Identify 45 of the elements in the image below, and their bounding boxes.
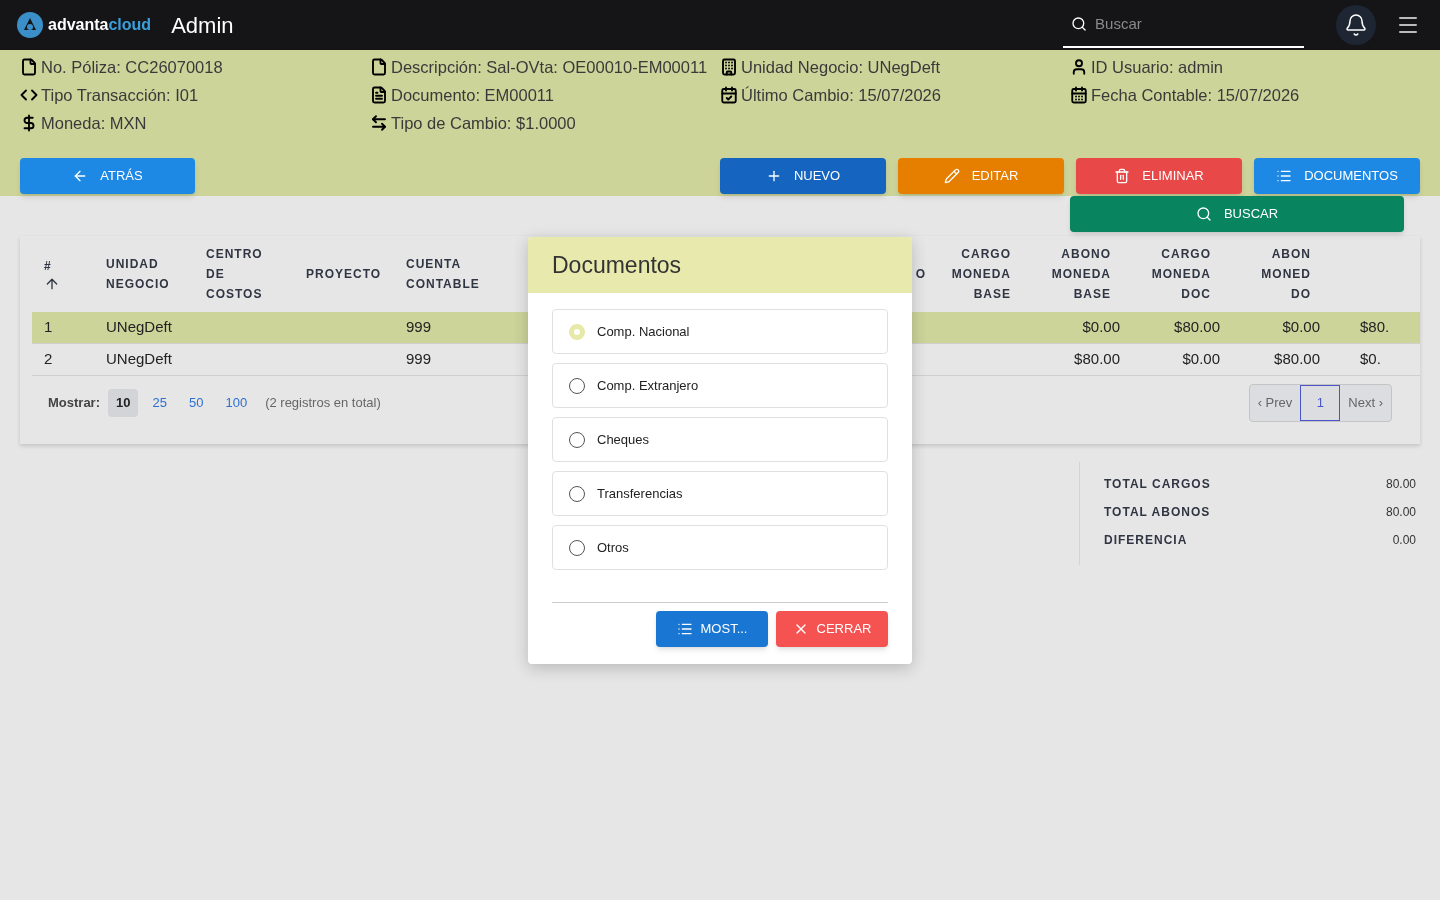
column-header: # <box>44 258 52 275</box>
table-cell: UNegDeft <box>106 318 172 336</box>
info-text: Tipo Transacción: I01 <box>41 84 199 106</box>
table-cell-text: $0.00 <box>1082 317 1120 338</box>
column-header: UNIDAD NEGOCIO <box>106 256 170 293</box>
table-cell-text: $80. <box>1360 317 1390 338</box>
total-label: DIFERENCIA <box>1104 531 1188 549</box>
table-cell: 1 <box>44 318 53 336</box>
table-cell-text: $80.00 <box>1174 317 1220 338</box>
table-cell: UNegDeft <box>106 350 172 368</box>
table-cell: 2 <box>44 350 53 368</box>
total-value: 0.00 <box>1392 531 1416 549</box>
total-label: TOTAL ABONOS <box>1104 503 1211 521</box>
total-value: 80.00 <box>1385 503 1416 521</box>
table-cell-text: $80.00 <box>1074 349 1120 370</box>
column-header: ABON MONED DO <box>1261 246 1311 303</box>
dialog-title: Documentos <box>552 250 682 280</box>
info-text: Descripción: Sal-OVta: OE00010-EM00011 <box>391 56 708 78</box>
info-text: ID Usuario: admin <box>1091 56 1224 78</box>
info-text: No. Póliza: CC26070018 <box>41 56 223 78</box>
column-header: CARGO MONEDA BASE <box>951 246 1011 303</box>
column-header: ABONO MONEDA BASE <box>1051 246 1111 303</box>
column-header: CARGO MONEDA DOC <box>1151 246 1211 303</box>
table-cell-text: $80.00 <box>1274 349 1320 370</box>
total-label: TOTAL CARGOS <box>1104 475 1211 493</box>
table-cell-text: $0.00 <box>1282 317 1320 338</box>
column-header: CENTRO DE COSTOS <box>206 246 263 303</box>
column-header: CUENTA CONTABLE <box>406 256 480 293</box>
info-text: Unidad Negocio: UNegDeft <box>741 56 941 78</box>
table-cell-text: $0.00 <box>1182 349 1220 370</box>
info-text: Tipo de Cambio: $1.0000 <box>391 112 576 134</box>
logo-text: advantacloud <box>48 15 152 35</box>
info-text: Moneda: MXN <box>41 112 147 134</box>
table-cell: 999 <box>406 350 432 368</box>
show-label: Mostrar: <box>48 394 100 413</box>
table-cell: 999 <box>406 318 432 336</box>
table-cell-text: $0. <box>1360 349 1381 370</box>
info-text: Fecha Contable: 15/07/2026 <box>1091 84 1300 106</box>
records-count: (2 registros en total) <box>265 394 381 413</box>
column-header: O <box>915 266 926 283</box>
info-text: Último Cambio: 15/07/2026 <box>741 84 941 106</box>
info-text: Documento: EM00011 <box>391 84 554 106</box>
total-value: 80.00 <box>1385 475 1416 493</box>
column-header: PROYECTO <box>306 266 382 283</box>
app-title: Admin <box>171 11 234 40</box>
